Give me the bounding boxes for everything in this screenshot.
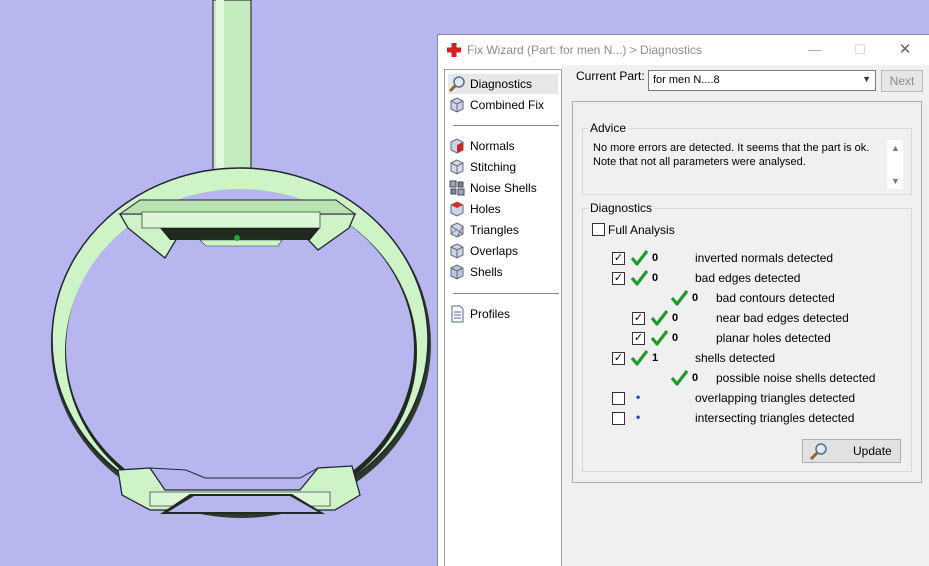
full-analysis-checkbox[interactable] [592,223,605,236]
current-part-value: for men N....8 [653,74,720,86]
diagnostic-checkbox[interactable] [612,412,625,425]
nav-label: Profiles [470,307,511,321]
diagnostic-label: intersecting triangles detected [695,411,855,425]
nav-item-holes[interactable]: Holes [448,199,501,219]
current-part-label: Current Part: [576,69,645,83]
diagnostic-count: 1 [652,352,659,364]
nav-item-diagnostics[interactable]: Diagnostics [448,74,558,94]
magnifier-icon [448,76,465,93]
nav-label: Overlaps [470,244,519,258]
advice-line: No more errors are detected. It seems th… [593,142,870,154]
close-button[interactable]: ✕ [893,39,917,61]
nav-label: Normals [470,139,515,153]
cube-icon [450,97,464,113]
magnifier-icon [809,443,827,460]
triangles-cube-icon [450,222,464,238]
full-analysis-label: Full Analysis [608,223,675,237]
nav-item-shells[interactable]: Shells [448,262,503,282]
document-icon [451,305,464,323]
maximize-button[interactable]: ☐ [848,39,872,61]
overlaps-cube-icon [450,243,464,259]
check-icon [650,310,669,326]
diagnostic-count: • [636,410,641,424]
check-icon [650,330,669,346]
diagnostic-checkbox[interactable] [612,392,625,405]
diagnostic-label: bad contours detected [716,291,835,305]
diagnostic-checkbox[interactable]: ✓ [612,352,625,365]
normals-cube-icon [450,138,464,154]
nav-item-noise-shells[interactable]: Noise Shells [448,178,537,198]
diagnostic-count: 0 [692,372,699,384]
diagnostic-count: 0 [692,292,699,304]
nav-item-combined-fix[interactable]: Combined Fix [448,95,544,115]
nav-label: Holes [470,202,501,216]
nav-divider [453,293,559,294]
advice-line: Note that not all parameters were analys… [593,156,806,168]
chevron-down-icon: ▼ [862,74,871,84]
wizard-nav: Diagnostics Combined Fix Normals Stitchi… [444,69,562,566]
nav-item-overlaps[interactable]: Overlaps [448,241,518,261]
nav-label: Noise Shells [470,181,537,195]
diagnostic-checkbox[interactable]: ✓ [612,272,625,285]
nav-item-stitching[interactable]: Stitching [448,157,516,177]
current-part-select[interactable]: for men N....8 ▼ [648,70,876,91]
diagnostic-label: near bad edges detected [716,311,849,325]
diagnostic-label: overlapping triangles detected [695,391,856,405]
nav-item-normals[interactable]: Normals [448,136,515,156]
nav-label: Combined Fix [470,98,545,112]
diagnostic-checkbox[interactable]: ✓ [632,332,645,345]
advice-text: No more errors are detected. It seems th… [593,141,888,169]
nav-label: Stitching [470,160,517,174]
shells-cube-icon [450,264,464,280]
red-cross-icon [447,43,461,57]
noise-shells-icon [449,180,465,196]
nav-item-triangles[interactable]: Triangles [448,220,519,240]
diagnostic-count: 0 [652,272,659,284]
diagnostics-title: Diagnostics [588,201,655,215]
scroll-up-icon[interactable]: ▲ [891,143,900,153]
diagnostic-label: planar holes detected [716,331,831,345]
advice-title: Advice [588,121,629,135]
diagnostic-label: bad edges detected [695,271,801,285]
fix-wizard-window: Fix Wizard (Part: for men N...) > Diagno… [437,34,929,566]
scroll-down-icon[interactable]: ▼ [891,176,900,186]
diagnostic-checkbox[interactable]: ✓ [632,312,645,325]
advice-scrollbar[interactable]: ▲ ▼ [887,140,903,189]
diagnostic-count: • [636,390,641,404]
nav-item-profiles[interactable]: Profiles [448,304,510,324]
nav-label: Shells [470,265,503,279]
nav-label: Triangles [470,223,519,237]
diagnostic-label: shells detected [695,351,776,365]
diagnostic-checkbox[interactable]: ✓ [612,252,625,265]
part-model [51,0,431,518]
window-title: Fix Wizard (Part: for men N...) > Diagno… [467,43,703,57]
check-icon [630,250,649,266]
stitching-cube-icon [450,159,464,175]
nav-divider [453,125,559,126]
diagnostic-label: inverted normals detected [695,251,834,265]
minimize-button[interactable]: — [803,39,827,61]
check-icon [630,350,649,366]
next-button[interactable]: Next [881,70,923,92]
diagnostic-count: 0 [672,332,679,344]
3d-viewport[interactable] [0,0,438,566]
nav-label: Diagnostics [470,77,533,91]
check-icon [670,290,689,306]
diagnostic-label: possible noise shells detected [716,371,876,385]
update-button[interactable]: Update [802,439,901,463]
check-icon [630,270,649,286]
check-icon [670,370,689,386]
diagnostic-count: 0 [652,252,659,264]
update-label: Update [853,444,892,458]
holes-cube-icon [450,201,464,217]
title-bar: Fix Wizard (Part: for men N...) > Diagno… [438,35,929,65]
diagnostic-count: 0 [672,312,679,324]
